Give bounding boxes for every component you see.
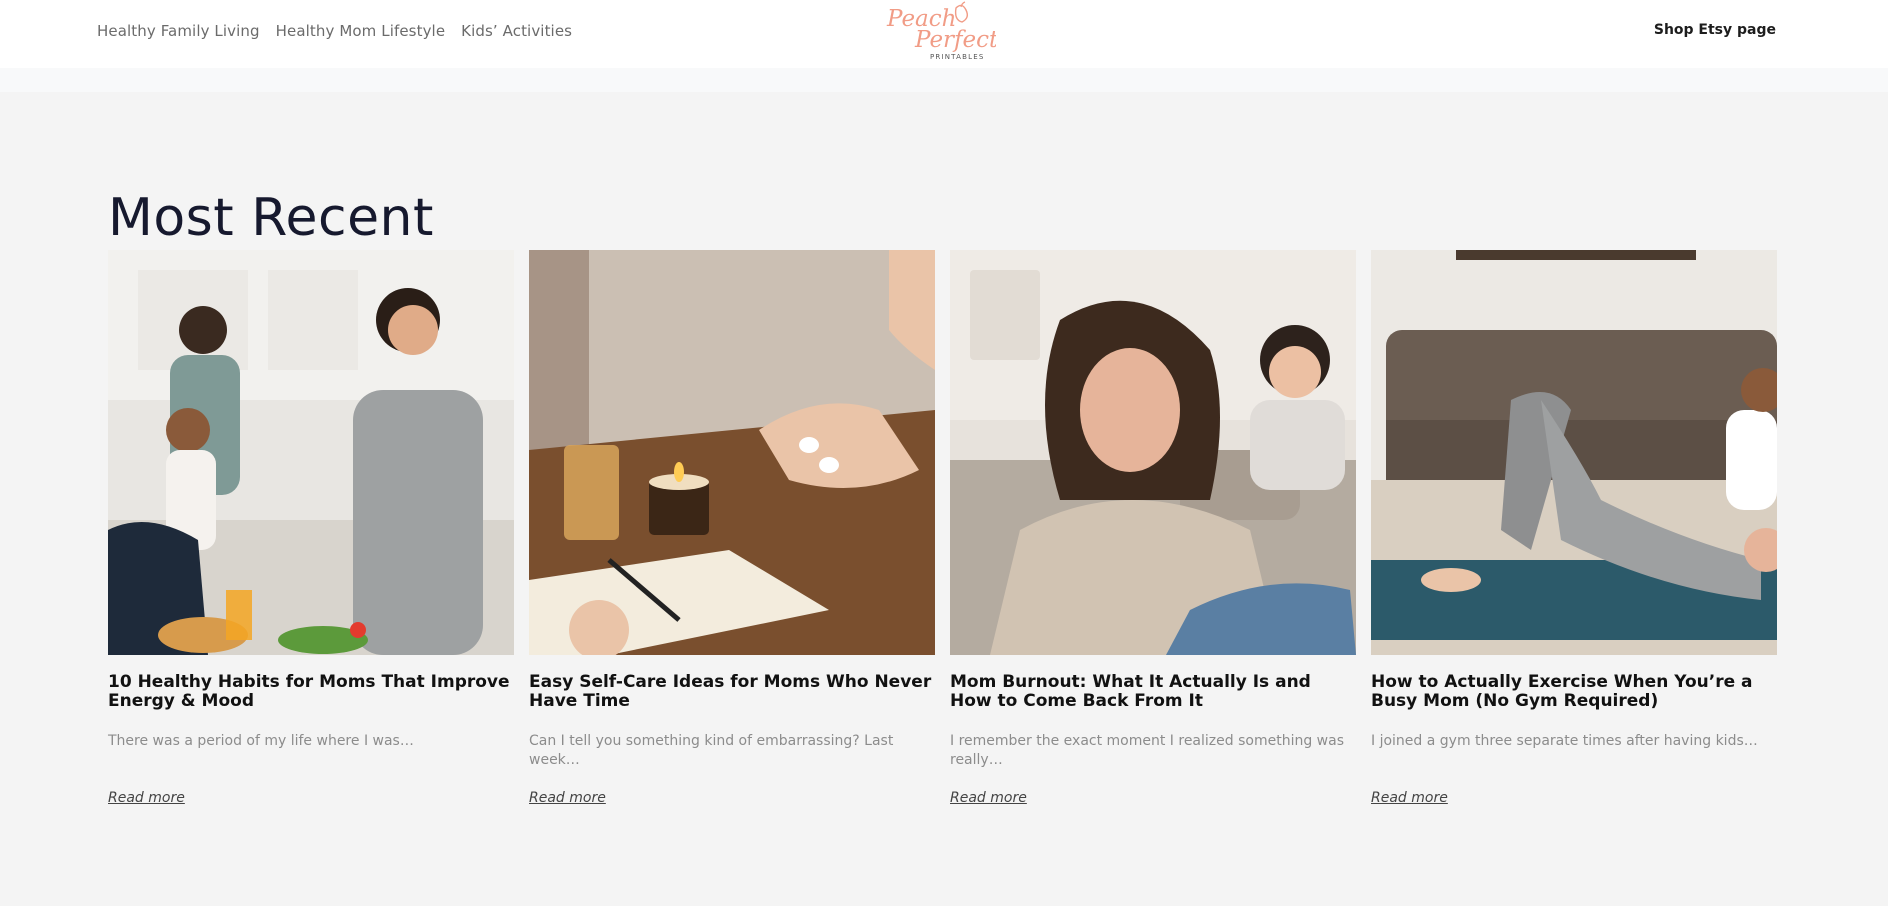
post-excerpt: Can I tell you something kind of embarra… — [529, 733, 894, 768]
read-more-link[interactable]: Read more — [950, 790, 1027, 806]
peach-logo-icon: Peach Perfect PRINTABLES — [886, 1, 999, 61]
tired-mom-photo-icon — [950, 250, 1356, 655]
post-image-link[interactable] — [529, 250, 935, 655]
svg-text:Perfect: Perfect — [914, 27, 996, 53]
read-more-link[interactable]: Read more — [108, 790, 185, 806]
main-nav: Healthy Family Living Healthy Mom Lifest… — [97, 22, 572, 40]
post-image-link[interactable] — [1371, 250, 1777, 655]
read-more-link[interactable]: Read more — [1371, 790, 1448, 806]
post-title[interactable]: 10 Healthy Habits for Moms That Improve … — [108, 673, 514, 711]
svg-text:PRINTABLES: PRINTABLES — [930, 53, 984, 61]
recent-posts-grid: 10 Healthy Habits for Moms That Improve … — [108, 250, 1777, 820]
shop-etsy-link[interactable]: Shop Etsy page — [1654, 22, 1776, 38]
nav-link-healthy-family-living[interactable]: Healthy Family Living — [97, 22, 260, 40]
post-title[interactable]: Easy Self-Care Ideas for Moms Who Never … — [529, 673, 935, 711]
post-excerpt: I remember the exact moment I realized s… — [950, 733, 1344, 768]
post-image-link[interactable] — [108, 250, 514, 655]
self-care-candle-photo-icon — [529, 250, 935, 655]
nav-link-kids-activities[interactable]: Kids’ Activities — [461, 22, 572, 40]
post-card: Easy Self-Care Ideas for Moms Who Never … — [529, 250, 935, 820]
site-logo[interactable]: Peach Perfect PRINTABLES — [884, 0, 999, 64]
read-more-link[interactable]: Read more — [529, 790, 606, 806]
post-card: How to Actually Exercise When You’re a B… — [1371, 250, 1777, 820]
site-header: Healthy Family Living Healthy Mom Lifest… — [0, 0, 1888, 68]
post-excerpt: There was a period of my life where I wa… — [108, 733, 414, 749]
header-divider-band — [0, 68, 1888, 92]
post-card: 10 Healthy Habits for Moms That Improve … — [108, 250, 514, 820]
home-exercise-photo-icon — [1371, 250, 1777, 655]
post-title[interactable]: How to Actually Exercise When You’re a B… — [1371, 673, 1777, 711]
post-title[interactable]: Mom Burnout: What It Actually Is and How… — [950, 673, 1356, 711]
family-kitchen-photo-icon — [108, 250, 514, 655]
post-excerpt: I joined a gym three separate times afte… — [1371, 733, 1758, 749]
section-title: Most Recent — [108, 188, 434, 248]
post-image-link[interactable] — [950, 250, 1356, 655]
post-card: Mom Burnout: What It Actually Is and How… — [950, 250, 1356, 820]
nav-link-healthy-mom-lifestyle[interactable]: Healthy Mom Lifestyle — [276, 22, 446, 40]
